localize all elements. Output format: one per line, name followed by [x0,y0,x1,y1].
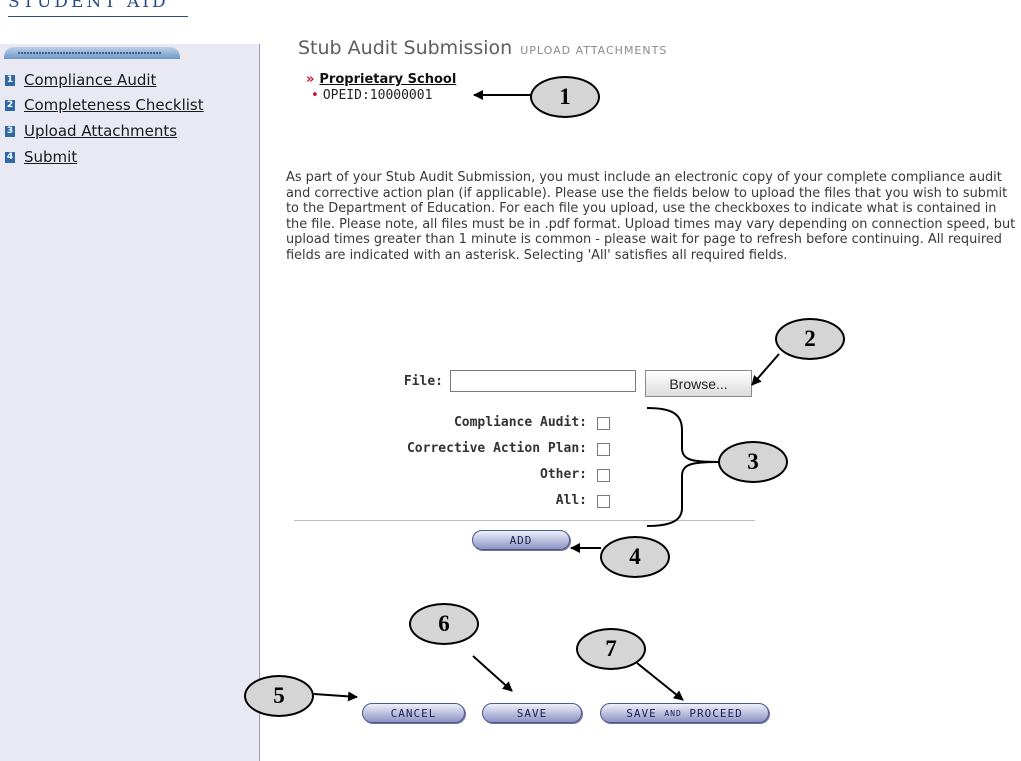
callout-6: 6 [409,603,479,645]
arrow-2 [751,353,780,386]
callout-5: 5 [244,675,314,717]
arrow-7 [636,662,684,701]
arrow-5 [313,691,358,702]
callout-4: 4 [600,536,670,578]
callout-3: 3 [718,441,788,483]
annotation-arrows [313,90,780,702]
callout-2: 2 [775,318,845,360]
callout-1: 1 [530,76,600,118]
callout-7: 7 [576,628,646,670]
bracket-3 [646,407,719,527]
arrow-6 [472,655,513,692]
